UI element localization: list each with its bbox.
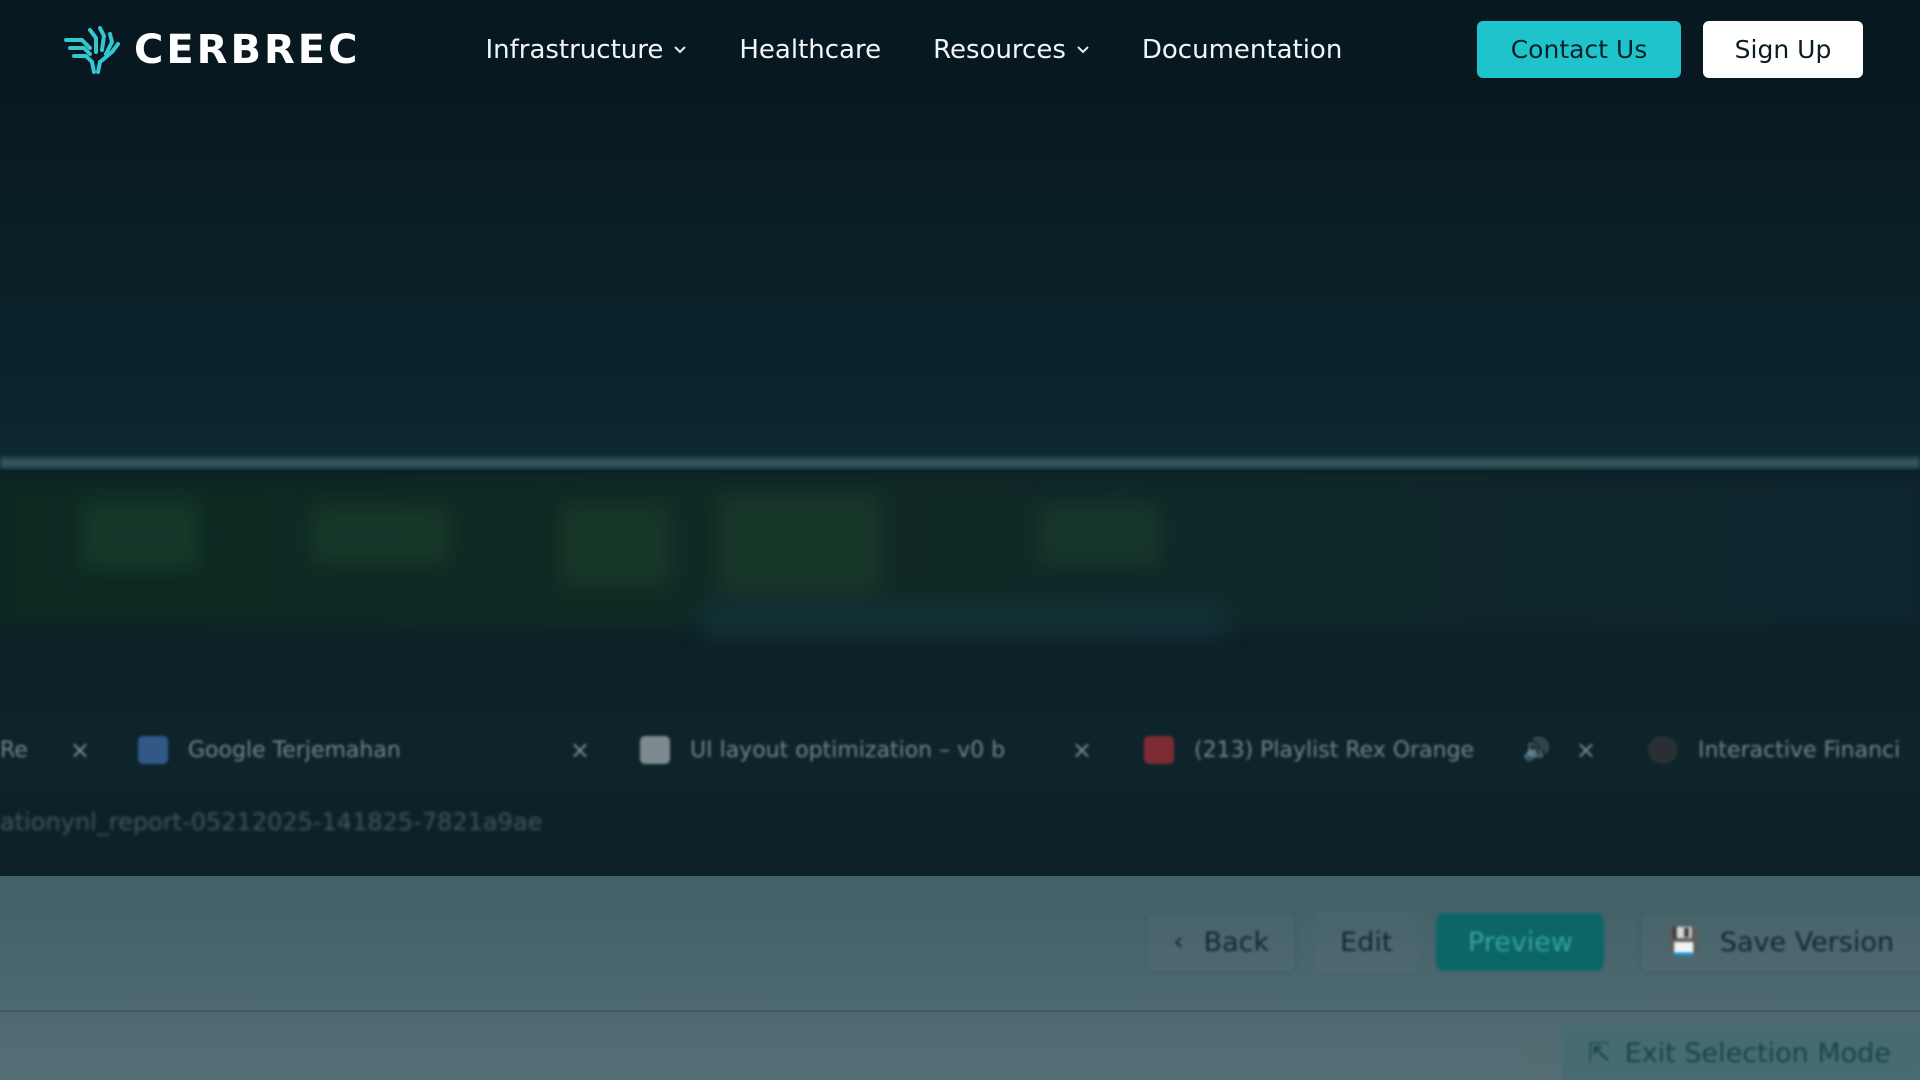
close-icon[interactable]: ×: [570, 736, 590, 764]
brand-logo[interactable]: CERBREC: [60, 0, 360, 100]
divider-line: [0, 456, 1920, 470]
chevron-down-icon: [674, 46, 687, 54]
contact-us-button[interactable]: Contact Us: [1477, 21, 1681, 78]
speaker-icon[interactable]: 🔊: [1523, 738, 1550, 763]
browser-tab[interactable]: UI layout optimization – v0 b ×: [640, 728, 1092, 772]
translate-icon: [138, 736, 168, 764]
tab-title: (213) Playlist Rex Orange: [1194, 737, 1475, 763]
close-icon[interactable]: ×: [70, 736, 90, 764]
back-button[interactable]: ‹ Back: [1146, 911, 1297, 973]
save-version-button[interactable]: 💾 Save Version: [1640, 911, 1920, 973]
back-label: Back: [1203, 926, 1270, 958]
nav-item-label: Infrastructure: [485, 35, 664, 65]
tab-title: Google Terjemahan: [188, 737, 401, 763]
nav-item-label: Healthcare: [739, 35, 882, 65]
browser-tab[interactable]: Re ×: [0, 728, 90, 772]
blurred-shape: [700, 600, 1230, 640]
save-label: Save Version: [1719, 926, 1894, 958]
exit-selection-label: Exit Selection Mode: [1624, 1037, 1891, 1069]
nav-actions: Contact Us Sign Up: [1477, 21, 1863, 78]
editor-app-area: ‹ Back Edit Preview 💾 Save Version ⇱ Exi…: [0, 876, 1920, 1080]
nav-item-resources[interactable]: Resources: [933, 35, 1090, 65]
browser-tab[interactable]: Google Terjemahan ×: [138, 728, 590, 772]
tab-title: UI layout optimization – v0 b: [690, 737, 1006, 763]
close-icon[interactable]: ×: [1072, 736, 1092, 764]
preview-button[interactable]: Preview: [1436, 913, 1605, 971]
primary-nav: Infrastructure Healthcare Resources Docu…: [485, 0, 1394, 100]
save-icon: 💾: [1667, 927, 1700, 957]
nav-item-label: Resources: [933, 35, 1066, 65]
selection-cursor-icon: ⇱: [1588, 1037, 1611, 1069]
blurred-shape: [560, 505, 670, 585]
tab-title: Interactive Financi: [1698, 737, 1901, 763]
youtube-icon: [1144, 736, 1174, 764]
blurred-shape: [1040, 505, 1160, 565]
nav-item-label: Documentation: [1141, 35, 1343, 65]
toolbar-divider: [0, 1010, 1920, 1012]
top-navigation: CERBREC Infrastructure Healthcare Resour…: [0, 0, 1920, 100]
hero-section: [0, 100, 1920, 460]
chevron-left-icon: ‹: [1173, 927, 1184, 957]
generic-tab-icon: [1648, 736, 1678, 764]
editor-toolbar: ‹ Back Edit Preview 💾 Save Version: [1146, 910, 1920, 974]
browser-tab[interactable]: Interactive Financi: [1648, 728, 1920, 772]
browser-tab[interactable]: (213) Playlist Rex Orange 🔊 ×: [1144, 728, 1596, 772]
browser-tab-strip: Re × Google Terjemahan × UI layout optim…: [0, 710, 1920, 790]
sign-up-button[interactable]: Sign Up: [1703, 21, 1863, 78]
close-icon[interactable]: ×: [1576, 736, 1596, 764]
edit-button[interactable]: Edit: [1314, 911, 1418, 973]
chevron-down-icon: [1077, 46, 1089, 54]
nav-item-documentation[interactable]: Documentation: [1142, 35, 1342, 65]
cerbrec-logo-icon: [64, 26, 120, 74]
nav-item-infrastructure[interactable]: Infrastructure: [485, 35, 687, 65]
brand-name: CERBREC: [134, 27, 361, 73]
blurred-shape: [80, 500, 200, 570]
address-bar-text: ationynl_report-05212025-141825-7821a9ae: [0, 808, 543, 836]
exit-selection-mode-button[interactable]: ⇱ Exit Selection Mode: [1562, 1026, 1920, 1080]
blurred-shape: [720, 495, 880, 595]
blurred-shape: [310, 505, 450, 565]
nav-item-healthcare[interactable]: Healthcare: [739, 35, 881, 65]
v0-icon: [640, 736, 670, 764]
tab-title: Re: [0, 737, 28, 763]
edit-label: Edit: [1340, 926, 1393, 958]
